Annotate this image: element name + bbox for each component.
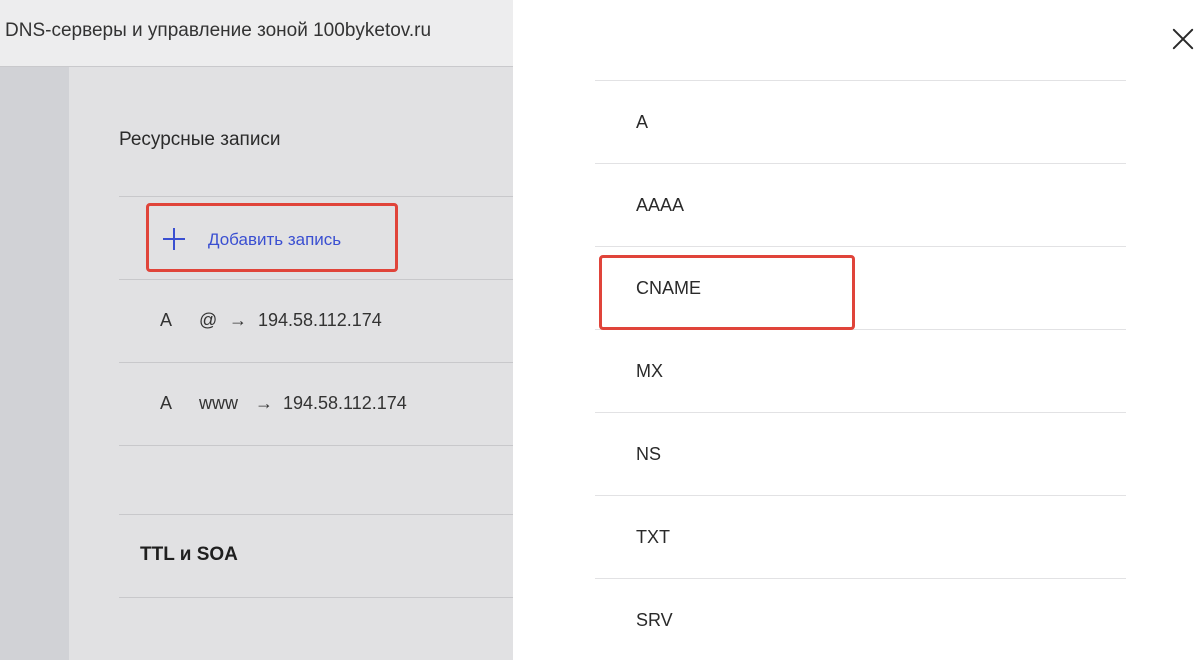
record-type-label: A	[636, 111, 649, 132]
record-type: A	[160, 393, 173, 413]
record-type-label: MX	[636, 360, 663, 381]
page-header: DNS-серверы и управление зоной 100byketo…	[0, 0, 513, 67]
arrow-right-icon: →	[255, 393, 273, 413]
record-type-option-ns[interactable]: NS	[595, 413, 1126, 496]
record-type-option-txt[interactable]: TXT	[595, 496, 1126, 579]
record-type-option-srv[interactable]: SRV	[595, 579, 1126, 660]
record-type-label: TXT	[636, 526, 670, 547]
record-type-option-cname[interactable]: CNAME	[595, 247, 1126, 330]
record-type-option-aaaa[interactable]: AAAA	[595, 164, 1126, 247]
divider	[119, 196, 513, 197]
record-type-list: A AAAA CNAME MX NS TXT SRV	[595, 80, 1126, 660]
sidebar	[0, 67, 69, 660]
ttl-soa-section-title[interactable]: TTL и SOA	[140, 544, 238, 566]
record-type-label: SRV	[636, 609, 673, 630]
add-record-label: Добавить запись	[208, 230, 342, 249]
record-type-label: NS	[636, 443, 662, 464]
record-row[interactable]: A @ → 194.58.112.174	[119, 280, 513, 362]
record-type-option-a[interactable]: A	[595, 81, 1126, 164]
record-name: www	[199, 393, 238, 413]
divider	[119, 445, 513, 446]
resource-records-title: Ресурсные записи	[119, 129, 281, 150]
record-value: 194.58.112.174	[258, 310, 382, 330]
divider	[119, 514, 513, 515]
add-record-button[interactable]: Добавить запись	[146, 203, 398, 272]
record-row[interactable]: A www → 194.58.112.174	[119, 363, 513, 445]
record-type-label: CNAME	[636, 277, 702, 298]
record-type-option-mx[interactable]: MX	[595, 330, 1126, 413]
arrow-right-icon: →	[229, 310, 247, 330]
screen: DNS-серверы и управление зоной 100byketo…	[0, 0, 1200, 660]
divider	[119, 597, 513, 598]
record-value: 194.58.112.174	[283, 393, 407, 413]
plus-icon	[163, 228, 185, 250]
close-icon[interactable]	[1168, 24, 1198, 54]
record-type: A	[160, 310, 173, 330]
page-title: DNS-серверы и управление зоной 100byketo…	[5, 20, 432, 41]
record-name: @	[199, 310, 218, 330]
record-type-label: AAAA	[636, 194, 685, 215]
